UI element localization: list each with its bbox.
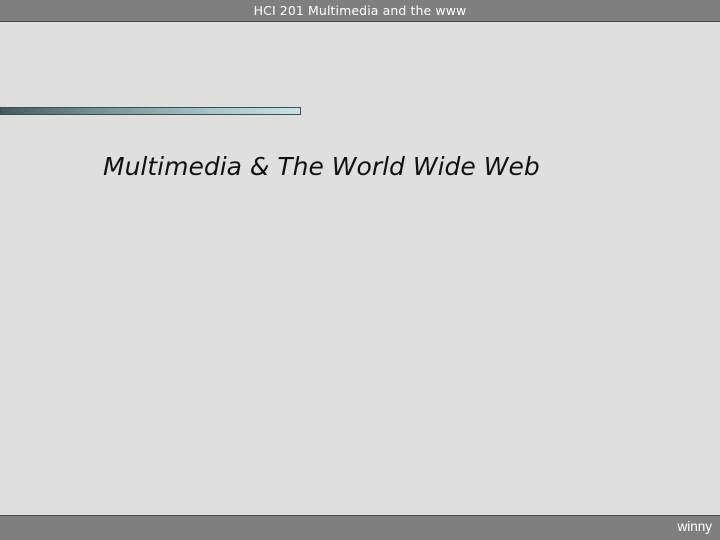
footer-bar: winny <box>0 515 720 540</box>
slide-canvas: HCI 201 Multimedia and the www Multimedi… <box>0 0 720 540</box>
footer-author: winny <box>677 519 712 534</box>
header-title: HCI 201 Multimedia and the www <box>253 3 467 18</box>
header-bar: HCI 201 Multimedia and the www <box>0 0 720 22</box>
slide-title: Multimedia & The World Wide Web <box>103 152 540 181</box>
accent-line <box>0 107 301 115</box>
